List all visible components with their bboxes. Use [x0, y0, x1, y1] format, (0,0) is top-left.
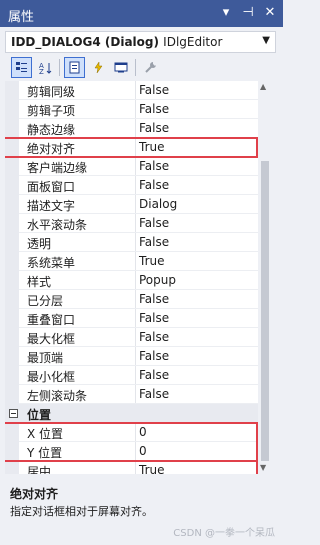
property-name: 客户端边缘	[27, 161, 88, 175]
property-value[interactable]: Dialog	[139, 197, 177, 211]
property-value[interactable]: False	[139, 368, 169, 382]
panel-titlebar: 属性 ▾ ⊣ ✕	[0, 0, 283, 27]
property-row[interactable]: 静态边缘 False	[5, 119, 258, 138]
property-row[interactable]: 最大化框 False	[5, 328, 258, 347]
property-value[interactable]: False	[139, 83, 169, 97]
property-name: 静态边缘	[27, 123, 76, 137]
scroll-up-icon[interactable]: ▲	[260, 82, 266, 91]
property-name: 描述文字	[27, 199, 76, 213]
property-value[interactable]: False	[139, 387, 169, 401]
property-row[interactable]: 已分层 False	[5, 290, 258, 309]
scroll-down-icon[interactable]: ▼	[260, 463, 266, 472]
property-pages-icon[interactable]	[140, 57, 161, 78]
object-name: IDD_DIALOG4 (Dialog)	[11, 35, 159, 49]
property-value[interactable]: False	[139, 235, 169, 249]
category-row-position[interactable]: 位置	[5, 404, 258, 423]
property-row[interactable]: 最小化框 False	[5, 366, 258, 385]
scrollbar-thumb[interactable]	[261, 161, 269, 461]
category-name: 位置	[27, 408, 52, 422]
categorized-icon[interactable]	[11, 57, 32, 78]
property-value[interactable]: False	[139, 330, 169, 344]
property-value[interactable]: False	[139, 216, 169, 230]
property-value[interactable]: False	[139, 102, 169, 116]
property-value[interactable]: False	[139, 311, 169, 325]
property-value[interactable]: True	[139, 254, 165, 268]
property-name: 最小化框	[27, 370, 76, 384]
property-name: 剪辑同级	[27, 85, 76, 99]
highlight-box	[5, 422, 258, 462]
property-name: 面板窗口	[27, 180, 76, 194]
property-name: 剪辑子项	[27, 104, 76, 118]
pin-icon[interactable]: ⊣	[241, 5, 255, 20]
dropdown-icon[interactable]: ▾	[219, 5, 233, 20]
property-row[interactable]: 面板窗口 False	[5, 176, 258, 195]
watermark: CSDN @一拳一个呆瓜	[173, 528, 275, 539]
property-name: 重叠窗口	[27, 313, 76, 327]
chevron-down-icon[interactable]: ▼	[262, 35, 270, 46]
property-row[interactable]: 样式 Popup	[5, 271, 258, 290]
object-class: IDlgEditor	[163, 35, 223, 49]
property-grid: 剪辑同级 False 剪辑子项 False 静态边缘 False 绝对对齐 Tr…	[5, 81, 258, 474]
highlight-box	[5, 460, 258, 474]
messages-icon[interactable]	[110, 57, 131, 78]
properties-icon[interactable]	[64, 57, 85, 78]
property-row[interactable]: 透明 False	[5, 233, 258, 252]
property-row[interactable]: 系统菜单 True	[5, 252, 258, 271]
property-row[interactable]: 描述文字 Dialog	[5, 195, 258, 214]
svg-text:Z: Z	[39, 68, 44, 75]
close-icon[interactable]: ✕	[263, 5, 277, 20]
vertical-scrollbar[interactable]: ▲ ▼	[258, 81, 272, 474]
property-row[interactable]: 最顶端 False	[5, 347, 258, 366]
object-selector[interactable]: IDD_DIALOG4 (Dialog) IDlgEditor ▼	[5, 31, 276, 53]
panel-title: 属性	[8, 10, 35, 25]
property-value[interactable]: False	[139, 121, 169, 135]
highlight-box	[5, 137, 258, 158]
property-value[interactable]: False	[139, 159, 169, 173]
property-value[interactable]: Popup	[139, 273, 176, 287]
properties-toolbar: AZ	[0, 56, 283, 80]
description-text: 指定对话框相对于屏幕对齐。	[10, 505, 153, 518]
property-name: 已分层	[27, 294, 64, 308]
property-name: 水平滚动条	[27, 218, 88, 232]
property-name: 最顶端	[27, 351, 64, 365]
property-row[interactable]: 客户端边缘 False	[5, 157, 258, 176]
description-title: 绝对对齐	[10, 487, 59, 501]
collapse-icon[interactable]	[9, 409, 18, 418]
property-row[interactable]: 剪辑子项 False	[5, 100, 258, 119]
property-name: 透明	[27, 237, 52, 251]
property-value[interactable]: False	[139, 178, 169, 192]
property-name: 样式	[27, 275, 52, 289]
property-name: 左侧滚动条	[27, 389, 88, 403]
property-value[interactable]: False	[139, 292, 169, 306]
property-row[interactable]: 重叠窗口 False	[5, 309, 258, 328]
property-row[interactable]: 水平滚动条 False	[5, 214, 258, 233]
property-value[interactable]: False	[139, 349, 169, 363]
property-name: 最大化框	[27, 332, 76, 346]
property-name: 系统菜单	[27, 256, 76, 270]
events-icon[interactable]	[88, 57, 109, 78]
property-row[interactable]: 左侧滚动条 False	[5, 385, 258, 404]
alphabetical-icon[interactable]: AZ	[35, 57, 56, 78]
property-row[interactable]: 剪辑同级 False	[5, 81, 258, 100]
